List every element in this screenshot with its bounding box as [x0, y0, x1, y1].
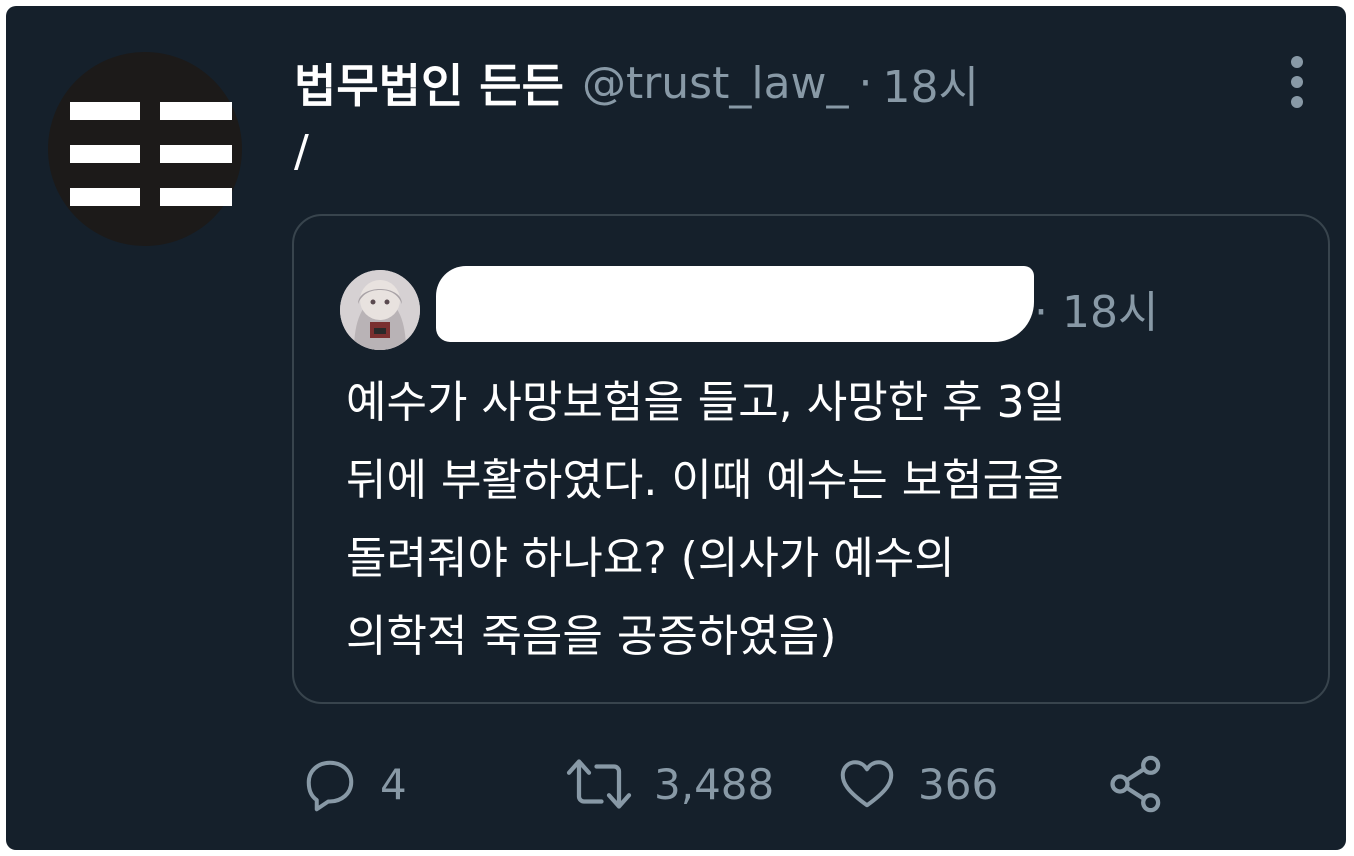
retweet-count: 3,488: [654, 759, 775, 809]
tweet-text: /: [294, 126, 309, 177]
heart-icon: [840, 760, 894, 808]
redacted-username: [436, 266, 1034, 342]
retweet-icon: [566, 759, 632, 809]
logo-bar: [70, 145, 140, 163]
reply-bubble-icon: [306, 760, 354, 812]
reply-button[interactable]: 4: [300, 744, 407, 824]
quoted-tweet[interactable]: · 18시 예수가 사망보험을 들고, 사망한 후 3일 뒤에 부활하였다. 이…: [292, 214, 1330, 704]
quoted-text-line: 예수가 사망보험을 들고, 사망한 후 3일: [346, 377, 1066, 428]
retweet-button[interactable]: 3,488: [564, 744, 774, 824]
share-button[interactable]: [1104, 744, 1168, 824]
logo-bar: [160, 188, 232, 206]
tweet-actions: 4 3,488 366: [6, 744, 1346, 824]
vertical-ellipsis-icon: [1291, 76, 1303, 88]
logo-bar: [160, 145, 232, 163]
separator-dot: ·: [858, 57, 873, 109]
vertical-ellipsis-icon: [1291, 56, 1303, 68]
logo-bar: [70, 102, 140, 120]
tweet-header: 법무법인 든든 @trust_law_ · 18시: [294, 48, 979, 118]
user-handle[interactable]: @trust_law_: [582, 58, 849, 109]
like-count: 366: [918, 759, 999, 809]
quoted-text-line: 의학적 죽음을 공증하였음): [346, 611, 837, 662]
tweet-card[interactable]: 법무법인 든든 @trust_law_ · 18시 / · 18시 예수가 사망…: [6, 6, 1346, 850]
share-icon: [1110, 755, 1161, 813]
more-options-button[interactable]: [1278, 50, 1318, 114]
quoted-user-avatar[interactable]: [340, 270, 420, 350]
profile-avatar[interactable]: [48, 52, 242, 246]
quoted-text-line: 돌려줘야 하나요? (의사가 예수의: [346, 533, 955, 584]
screenshot-frame: 법무법인 든든 @trust_law_ · 18시 / · 18시 예수가 사망…: [0, 0, 1354, 856]
quoted-timestamp[interactable]: · 18시: [1034, 276, 1158, 340]
quoted-text-line: 뒤에 부활하였다. 이때 예수는 보험금을: [346, 455, 1064, 506]
reply-count: 4: [380, 759, 407, 809]
anime-avatar-icon: [340, 270, 420, 350]
tweet-timestamp[interactable]: 18시: [883, 51, 979, 115]
logo-bar: [70, 188, 140, 206]
display-name[interactable]: 법무법인 든든: [294, 50, 564, 116]
vertical-ellipsis-icon: [1291, 96, 1303, 108]
logo-bar: [160, 102, 232, 120]
like-button[interactable]: 366: [836, 744, 998, 824]
